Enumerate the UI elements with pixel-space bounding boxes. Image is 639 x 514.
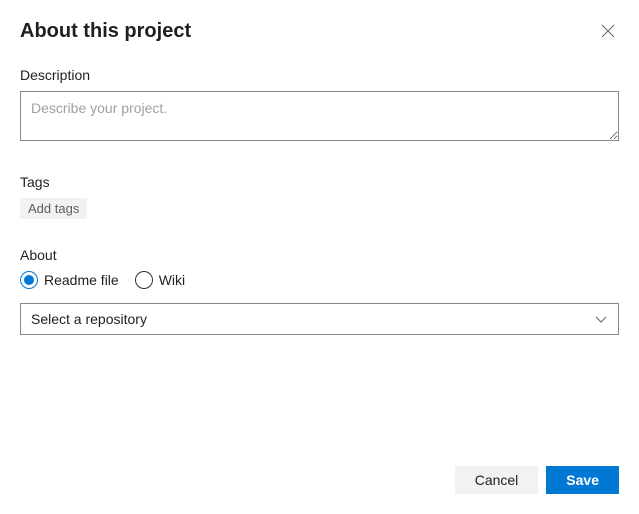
save-button[interactable]: Save [546,466,619,494]
chevron-down-icon [594,312,608,326]
cancel-button[interactable]: Cancel [455,466,539,494]
repository-dropdown[interactable]: Select a repository [20,303,619,335]
description-input[interactable] [20,91,619,141]
radio-circle-icon [135,271,153,289]
dialog-title: About this project [20,20,191,43]
tags-label: Tags [20,174,619,190]
add-tags-button[interactable]: Add tags [20,198,87,219]
radio-circle-icon [20,271,38,289]
about-label: About [20,247,619,263]
close-button[interactable] [597,20,619,42]
dropdown-placeholder: Select a repository [31,311,147,327]
description-label: Description [20,67,619,83]
radio-option-wiki[interactable]: Wiki [135,271,185,289]
about-radio-group: Readme file Wiki [20,271,619,289]
close-icon [601,24,615,38]
radio-label-readme: Readme file [44,272,119,288]
radio-option-readme[interactable]: Readme file [20,271,119,289]
radio-label-wiki: Wiki [159,272,185,288]
